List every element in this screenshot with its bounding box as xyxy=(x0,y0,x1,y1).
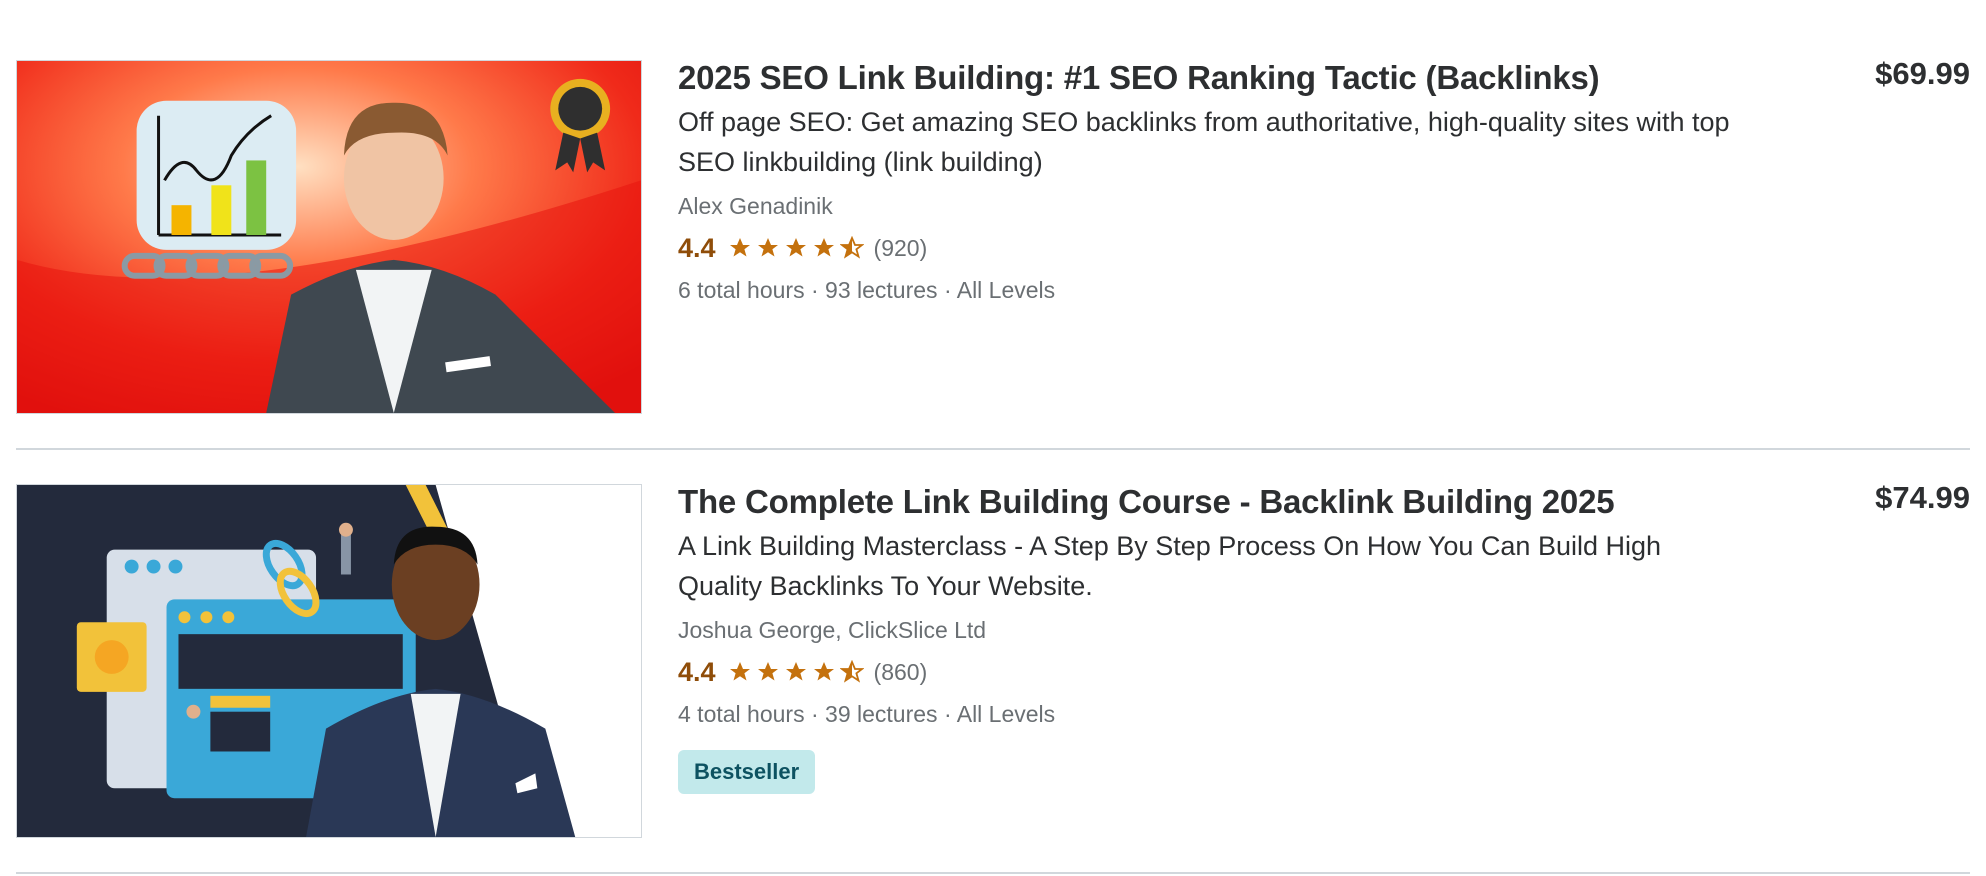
seo-thumbnail-image xyxy=(17,61,641,413)
course-card[interactable]: 2025 SEO Link Building: #1 SEO Ranking T… xyxy=(16,0,1970,450)
course-headline: Off page SEO: Get amazing SEO backlinks … xyxy=(678,107,1730,177)
course-info: 2025 SEO Link Building: #1 SEO Ranking T… xyxy=(678,56,1738,306)
separator: · xyxy=(937,277,957,303)
rating-value: 4.4 xyxy=(678,232,716,263)
course-info: The Complete Link Building Course - Back… xyxy=(678,480,1738,794)
half-star-icon xyxy=(839,236,864,259)
bestseller-badge: Bestseller xyxy=(678,750,816,794)
course-title[interactable]: The Complete Link Building Course - Back… xyxy=(678,480,1738,524)
star-icon xyxy=(813,662,834,681)
total-hours: 4 total hours xyxy=(678,701,805,727)
star-icon xyxy=(729,238,750,257)
star-icon xyxy=(757,238,778,257)
course-thumbnail[interactable] xyxy=(16,484,642,838)
rating-row: 4.4 (920) xyxy=(678,230,1738,266)
link-building-thumbnail-image xyxy=(17,485,641,837)
star-icon xyxy=(729,662,750,681)
course-card[interactable]: The Complete Link Building Course - Back… xyxy=(16,448,1970,874)
course-instructors: Joshua George, ClickSlice Ltd xyxy=(678,617,987,643)
rating-value: 4.4 xyxy=(678,656,716,687)
star-icon xyxy=(813,238,834,257)
course-headline: A Link Building Masterclass - A Step By … xyxy=(678,531,1662,601)
half-star-icon xyxy=(839,660,864,683)
course-instructors: Alex Genadinik xyxy=(678,193,833,219)
course-thumbnail[interactable] xyxy=(16,60,642,414)
lecture-count: 93 lectures xyxy=(825,277,938,303)
star-icon xyxy=(757,662,778,681)
course-title[interactable]: 2025 SEO Link Building: #1 SEO Ranking T… xyxy=(678,56,1738,100)
course-price: $69.99 xyxy=(1875,56,1970,91)
lecture-count: 39 lectures xyxy=(825,701,938,727)
course-details: 4 total hours · 39 lectures · All Levels xyxy=(678,698,1738,730)
course-level: All Levels xyxy=(956,701,1056,727)
rating-row: 4.4 (860) xyxy=(678,654,1738,690)
star-rating xyxy=(728,236,864,260)
course-level: All Levels xyxy=(956,277,1056,303)
separator: · xyxy=(804,701,826,727)
star-rating xyxy=(728,660,864,684)
course-price: $74.99 xyxy=(1875,480,1970,515)
rating-count: (860) xyxy=(873,658,928,685)
star-icon xyxy=(785,238,806,257)
total-hours: 6 total hours xyxy=(678,277,805,303)
course-details: 6 total hours · 93 lectures · All Levels xyxy=(678,274,1738,306)
star-icon xyxy=(785,662,806,681)
rating-count: (920) xyxy=(873,234,928,261)
separator: · xyxy=(804,277,826,303)
separator: · xyxy=(937,701,957,727)
